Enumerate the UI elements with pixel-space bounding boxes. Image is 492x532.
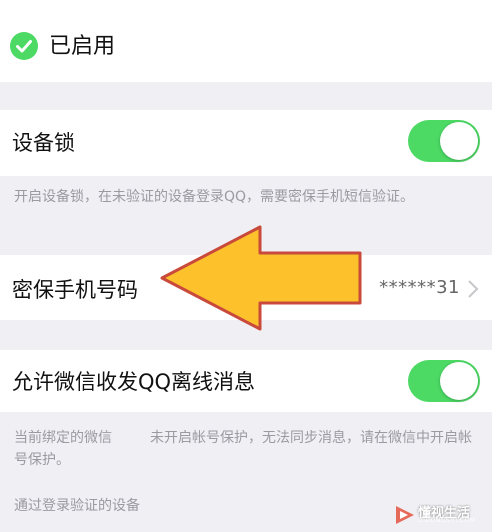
security-phone-value: ******31 [379, 277, 460, 298]
wechat-hint-part1: 当前绑定的微信 [14, 430, 112, 446]
device-lock-toggle[interactable] [408, 120, 480, 162]
wechat-offline-row: 允许微信收发QQ离线消息 [0, 350, 492, 412]
toggle-knob [440, 362, 478, 400]
watermark-logo-icon [396, 506, 414, 524]
security-phone-label: 密保手机号码 [12, 278, 138, 302]
device-lock-row: 设备锁 [0, 110, 492, 176]
status-row: 已启用 [0, 0, 492, 82]
watermark-sub: DIDONGSHI.COM [418, 517, 476, 524]
status-label: 已启用 [49, 34, 116, 59]
wechat-offline-label: 允许微信收发QQ离线消息 [12, 370, 256, 394]
toggle-knob [440, 122, 478, 160]
wechat-offline-hint: 当前绑定的微信 未开启帐号保护，无法同步消息，请在微信中开启帐号保护。 [14, 427, 476, 471]
watermark: 懂视生活 DIDONGSHI.COM [394, 502, 486, 528]
device-lock-label: 设备锁 [12, 131, 75, 155]
chevron-right-icon [468, 280, 479, 298]
device-lock-hint: 开启设备锁，在未验证的设备登录QQ，需要密保手机短信验证。 [14, 189, 415, 205]
wechat-offline-toggle[interactable] [408, 360, 480, 402]
check-circle-icon [10, 32, 38, 60]
arrow-icon [160, 225, 362, 331]
